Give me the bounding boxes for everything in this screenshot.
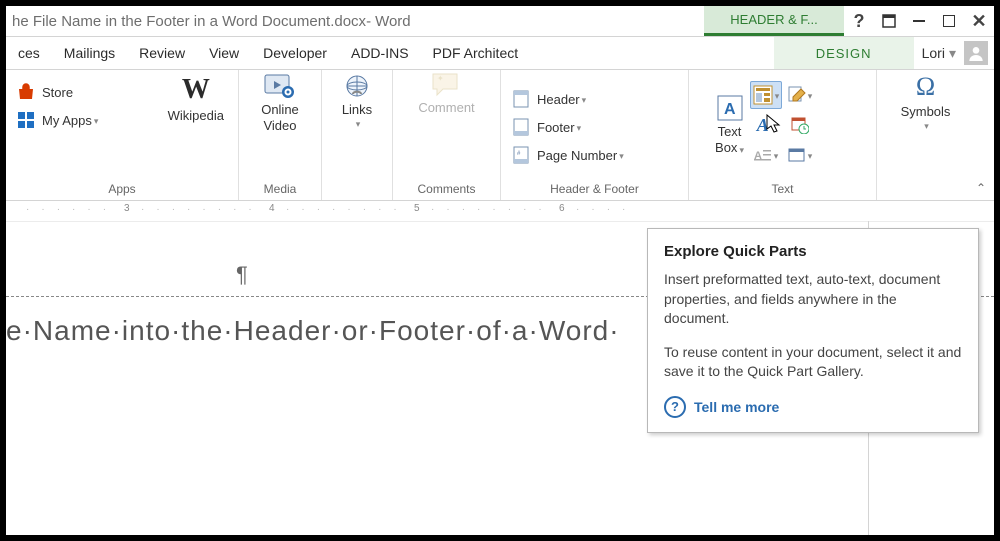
wordart-icon: A bbox=[757, 115, 769, 136]
tooltip-quick-parts: Explore Quick Parts Insert preformatted … bbox=[647, 228, 979, 433]
quick-parts-button[interactable]: ▾ bbox=[750, 81, 782, 109]
help-icon: ? bbox=[664, 396, 686, 418]
omega-icon: Ω bbox=[916, 72, 935, 102]
page-number-icon: # bbox=[511, 145, 531, 165]
store-button[interactable]: Store bbox=[12, 78, 160, 106]
signature-line-button[interactable]: ▾ bbox=[784, 81, 816, 109]
apps-icon bbox=[16, 110, 36, 130]
signature-icon bbox=[788, 86, 806, 104]
my-apps-button[interactable]: My Apps ▾ bbox=[12, 106, 160, 134]
date-time-icon bbox=[791, 116, 809, 134]
store-icon bbox=[16, 82, 36, 102]
comment-icon: ✦ bbox=[431, 72, 461, 98]
tab-mailings[interactable]: Mailings bbox=[52, 37, 127, 69]
user-name: Lori bbox=[922, 45, 945, 61]
doc-title: he File Name in the Footer in a Word Doc… bbox=[12, 13, 366, 30]
wikipedia-button[interactable]: W Wikipedia bbox=[160, 72, 232, 124]
video-icon bbox=[264, 72, 296, 100]
group-label-header-footer: Header & Footer bbox=[507, 178, 682, 200]
tab-view[interactable]: View bbox=[197, 37, 251, 69]
tab-review[interactable]: Review bbox=[127, 37, 197, 69]
page-number-dropdown[interactable]: # Page Number ▾ bbox=[507, 141, 628, 169]
drop-cap-button[interactable]: A ▾ bbox=[750, 141, 782, 169]
restore-button[interactable] bbox=[934, 6, 964, 36]
object-icon bbox=[788, 147, 806, 163]
svg-text:✦: ✦ bbox=[437, 74, 444, 83]
app-name: Word bbox=[375, 13, 411, 30]
header-dropdown[interactable]: Header ▾ bbox=[507, 85, 590, 113]
account-menu[interactable]: Lori ▾ bbox=[914, 45, 964, 62]
avatar-icon bbox=[968, 45, 984, 61]
links-button[interactable]: Links ▾ bbox=[342, 72, 372, 129]
avatar[interactable] bbox=[964, 41, 988, 65]
tab-developer[interactable]: Developer bbox=[251, 37, 339, 69]
comment-button: ✦ Comment bbox=[418, 72, 474, 116]
tab-pdf-architect[interactable]: PDF Architect bbox=[421, 37, 531, 69]
minimize-icon bbox=[913, 20, 925, 22]
wordart-button[interactable]: A ▾ bbox=[750, 111, 782, 139]
group-label-apps: Apps bbox=[12, 178, 232, 200]
tooltip-title: Explore Quick Parts bbox=[664, 243, 962, 260]
tooltip-p1: Insert preformatted text, auto-text, doc… bbox=[664, 270, 962, 329]
text-box-button[interactable]: A Text Box▾ bbox=[715, 94, 744, 155]
symbols-button[interactable]: Ω Symbols ▾ bbox=[901, 72, 951, 131]
group-label-symbols bbox=[883, 192, 968, 200]
close-button[interactable]: ✕ bbox=[964, 6, 994, 36]
object-button[interactable]: ▾ bbox=[784, 141, 816, 169]
tab-design[interactable]: DESIGN bbox=[774, 37, 914, 69]
window-title: he File Name in the Footer in a Word Doc… bbox=[6, 6, 704, 36]
collapse-ribbon-button[interactable]: ⌃ bbox=[976, 181, 986, 195]
group-label-comments: Comments bbox=[399, 178, 494, 200]
context-tab-header-footer[interactable]: HEADER & F... bbox=[704, 6, 844, 36]
group-label-media: Media bbox=[245, 178, 315, 200]
date-time-button[interactable] bbox=[784, 111, 816, 139]
wikipedia-icon: W bbox=[182, 74, 210, 106]
quick-parts-icon bbox=[753, 85, 773, 105]
text-box-icon: A bbox=[716, 94, 744, 122]
help-button[interactable]: ? bbox=[844, 6, 874, 36]
header-icon bbox=[511, 89, 531, 109]
svg-text:A: A bbox=[724, 101, 736, 118]
group-label-text: Text bbox=[695, 178, 870, 200]
online-video-button[interactable]: Online Video bbox=[261, 72, 299, 133]
tell-me-more-link[interactable]: ? Tell me more bbox=[664, 396, 962, 418]
tab-addins[interactable]: ADD-INS bbox=[339, 37, 421, 69]
link-icon bbox=[343, 72, 371, 100]
ruler[interactable]: ······ 3 ········ 4 ········ 5 ········ … bbox=[6, 201, 994, 222]
ribbon-display-options[interactable] bbox=[874, 6, 904, 36]
drop-cap-icon: A bbox=[754, 147, 772, 163]
tooltip-p2: To reuse content in your document, selec… bbox=[664, 343, 962, 382]
close-icon: ✕ bbox=[971, 12, 986, 30]
footer-icon bbox=[511, 117, 531, 137]
minimize-button[interactable] bbox=[904, 6, 934, 36]
group-label-links bbox=[328, 192, 386, 200]
tab-references-partial[interactable]: ces bbox=[6, 37, 52, 69]
footer-dropdown[interactable]: Footer ▾ bbox=[507, 113, 585, 141]
restore-icon bbox=[943, 15, 955, 27]
